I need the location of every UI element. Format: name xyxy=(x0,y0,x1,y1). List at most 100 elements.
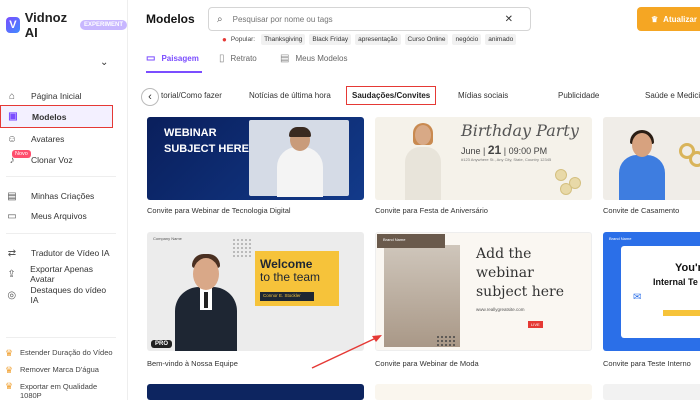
brand-badge: EXPERIMENT xyxy=(79,20,127,30)
divider xyxy=(6,233,116,234)
chevron-down-icon[interactable]: ⌄ xyxy=(100,57,108,68)
category-tutorial[interactable]: torial/Como fazer xyxy=(161,91,222,100)
tag-chip[interactable]: Thanksgiving xyxy=(261,34,306,45)
sidebar-item-translator[interactable]: ⇄ Tradutor de Vídeo IA xyxy=(0,243,113,263)
template-caption[interactable]: Convite de Casamento xyxy=(603,206,679,215)
category-social-media[interactable]: Mídias sociais xyxy=(458,91,508,100)
template-thumbnail[interactable] xyxy=(147,384,364,400)
promo-export-1080p[interactable]: ♛ Exportar em Qualidade 1080P xyxy=(0,382,128,400)
upgrade-button[interactable]: ♛ Atualizar xyxy=(637,7,700,31)
tag-chip[interactable]: Black Friday xyxy=(309,34,352,45)
template-thumbnail-wedding[interactable] xyxy=(603,117,700,200)
thumb-subtitle: Internal Te xyxy=(653,277,698,287)
sidebar-item-files[interactable]: ▭ Meus Arquivos xyxy=(0,206,113,226)
tab-landscape[interactable]: ▭ Paisagem xyxy=(146,53,199,64)
close-icon[interactable]: ✕ xyxy=(505,14,513,25)
avatar-head xyxy=(415,125,431,145)
search-input[interactable] xyxy=(232,14,503,24)
promo-label: Estender Duração do Vídeo xyxy=(20,348,113,357)
highlight-bar xyxy=(663,310,700,316)
sidebar-item-label: Meus Arquivos xyxy=(31,211,87,221)
tag-chip[interactable]: negócio xyxy=(452,34,482,45)
category-breaking-news[interactable]: Notícias de última hora xyxy=(249,91,331,100)
tag-chip[interactable]: animado xyxy=(485,34,517,45)
template-caption[interactable]: Convite para Festa de Aniversário xyxy=(375,206,488,215)
tag-chip[interactable]: Curso Online xyxy=(404,34,449,45)
chevron-left-icon[interactable]: ‹ xyxy=(141,88,159,106)
my-templates-icon: ▤ xyxy=(280,53,290,64)
highlight-icon: ◎ xyxy=(7,289,17,301)
sidebar-item-creations[interactable]: ▤ Minhas Criações xyxy=(0,186,113,206)
popular-label: Popular: xyxy=(230,36,256,43)
annotation-arrow-icon xyxy=(311,335,382,369)
search-box[interactable]: ⌕ ✕ xyxy=(208,7,531,31)
thumb-title: Birthday Party xyxy=(461,121,579,140)
logo[interactable]: V Vidnoz AI EXPERIMENT xyxy=(6,10,127,40)
sidebar-item-highlights[interactable]: ◎ Destaques do vídeo IA xyxy=(0,285,113,305)
voice-icon: ♪ xyxy=(9,154,15,166)
tag-chip[interactable]: apresentação xyxy=(355,34,401,45)
sidebar-item-avatars[interactable]: ☺ Avatares xyxy=(0,129,113,149)
film-icon: ▤ xyxy=(7,190,17,202)
thumb-name: Connor E. Stockler xyxy=(260,292,314,301)
envelope-icon: ✉ xyxy=(633,292,642,303)
category-greetings[interactable]: Saudações/Convites xyxy=(346,86,437,105)
template-thumbnail-birthday[interactable]: Birthday Party June | 21 | 09:00 PM #123… xyxy=(375,117,592,200)
category-advertising[interactable]: Publicidade xyxy=(558,91,599,100)
avatar-head xyxy=(632,133,652,157)
sidebar-item-label: Minhas Criações xyxy=(31,191,95,201)
portrait-icon: ▯ xyxy=(219,53,225,64)
avatar-icon: ☺ xyxy=(6,133,18,145)
category-health[interactable]: Saúde e Medicina xyxy=(645,91,700,100)
template-caption[interactable]: Convite para Webinar de Tecnologia Digit… xyxy=(147,206,291,215)
template-thumbnail[interactable] xyxy=(603,384,700,400)
folder-icon: ▭ xyxy=(7,210,17,222)
thumb-brand: Brand Name xyxy=(609,236,632,241)
avatar-hair xyxy=(289,127,311,137)
export-icon: ⇪ xyxy=(7,268,16,280)
templates-icon: ▣ xyxy=(8,111,18,122)
tab-portrait[interactable]: ▯ Retrato xyxy=(219,53,257,64)
template-thumbnail-fashion-webinar[interactable]: Brand Name Add the webinar subject here … xyxy=(375,232,592,351)
popular-tags: ● Popular: Thanksgiving Black Friday apr… xyxy=(222,34,517,45)
pro-badge: PRO xyxy=(151,340,173,348)
crown-icon: ♛ xyxy=(651,14,659,24)
sidebar-item-label: Página Inicial xyxy=(31,91,82,101)
crown-icon: ♛ xyxy=(5,381,14,391)
thumb-title: WEBINAR SUBJECT HERE xyxy=(164,127,249,155)
sidebar-item-templates[interactable]: ▣ Modelos xyxy=(0,105,113,128)
thumb-title: You're xyxy=(675,262,700,274)
tab-label: Retrato xyxy=(230,54,257,63)
template-caption[interactable]: Convite para Webinar de Moda xyxy=(375,359,479,368)
dot-pattern xyxy=(436,335,456,347)
template-thumbnail-webinar-tech[interactable]: WEBINAR SUBJECT HERE xyxy=(147,117,364,200)
crown-icon: ♛ xyxy=(5,348,14,358)
active-tab-underline xyxy=(146,71,202,73)
thumb-photo xyxy=(384,245,460,347)
template-caption[interactable]: Bem-vindo à Nossa Equipe xyxy=(147,359,238,368)
promo-label: Remover Marca D'água xyxy=(20,365,99,374)
fire-icon: ● xyxy=(222,35,227,44)
avatar-body xyxy=(619,155,665,200)
sidebar-item-voice-clone[interactable]: ♪ Clonar Voz xyxy=(0,150,113,170)
template-thumbnail[interactable] xyxy=(375,384,592,400)
thumb-title: Welcome to the team xyxy=(260,257,321,284)
divider xyxy=(6,176,116,177)
template-thumbnail-internal-test[interactable]: Brand Name You're Internal Te ✉ xyxy=(603,232,700,351)
sidebar-item-label: Destaques do vídeo IA xyxy=(30,285,107,305)
home-icon: ⌂ xyxy=(8,90,16,102)
live-badge: LIVE xyxy=(528,321,543,328)
ring-icon xyxy=(689,151,700,167)
template-caption[interactable]: Convite para Teste Interno xyxy=(603,359,691,368)
avatar-tie xyxy=(204,292,208,308)
tab-my-templates[interactable]: ▤ Meus Modelos xyxy=(280,53,347,64)
page-title: Modelos xyxy=(146,12,195,26)
sidebar-item-label: Exportar Apenas Avatar xyxy=(30,264,94,284)
promo-extend-duration[interactable]: ♛ Estender Duração do Vídeo xyxy=(0,348,128,359)
tab-label: Meus Modelos xyxy=(295,54,348,63)
sidebar-item-label: Avatares xyxy=(31,134,65,144)
promo-remove-watermark[interactable]: ♛ Remover Marca D'água xyxy=(0,365,128,376)
thumb-title: Add the webinar subject here xyxy=(476,246,564,300)
sidebar-item-home[interactable]: ⌂ Página Inicial xyxy=(0,86,113,106)
sidebar-item-export-avatar[interactable]: ⇪ Exportar Apenas Avatar xyxy=(0,264,113,284)
